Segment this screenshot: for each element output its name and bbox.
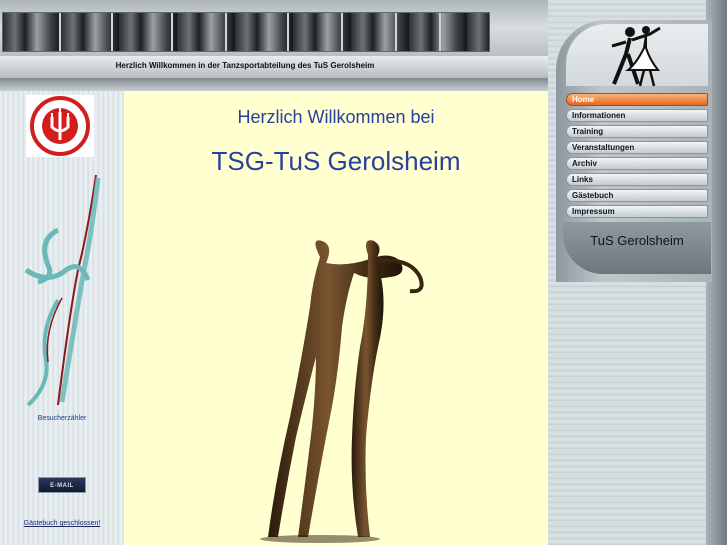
- nav-item-archiv[interactable]: Archiv: [566, 157, 708, 170]
- photo-divider: [111, 13, 113, 51]
- dancing-couple-sculpture: [260, 240, 424, 543]
- divider-bar: [0, 78, 560, 91]
- email-button[interactable]: E-MAIL: [38, 477, 86, 493]
- dancing-couple-icon: [611, 26, 661, 87]
- guestbook-closed-link[interactable]: Gästebuch geschlossen!: [0, 520, 124, 527]
- welcome-heading: Herzlich Willkommen bei: [237, 107, 435, 127]
- photo-divider: [225, 13, 227, 51]
- dancer-figure-icon: [24, 174, 101, 407]
- nav-item-informationen[interactable]: Informationen: [566, 109, 708, 122]
- nav-item-veranstaltungen[interactable]: Veranstaltungen: [566, 141, 708, 154]
- photo-divider: [341, 13, 343, 51]
- nav-footer: [563, 222, 711, 274]
- photo-divider: [59, 13, 61, 51]
- header-banner: [0, 0, 555, 56]
- club-crest-icon: [26, 95, 94, 157]
- site-tagline: Herzlich Willkommen in der Tanzsportabte…: [115, 61, 375, 70]
- nav-item-home[interactable]: Home: [566, 93, 708, 106]
- photo-strip: [2, 12, 490, 52]
- title-bar: Herzlich Willkommen in der Tanzsportabte…: [0, 56, 556, 79]
- page: Herzlich Willkommen in der Tanzsportabte…: [0, 0, 727, 545]
- photo-divider: [395, 13, 397, 51]
- main-content: Herzlich Willkommen bei TSG-TuS Gerolshe…: [124, 91, 548, 545]
- photo-divider: [171, 13, 173, 51]
- photo-divider: [287, 13, 289, 51]
- visitor-counter-label: Besucherzähler: [37, 415, 87, 422]
- nav-item-impressum[interactable]: Impressum: [566, 205, 708, 218]
- nav-item-training[interactable]: Training: [566, 125, 708, 138]
- club-name-heading: TSG-TuS Gerolsheim: [211, 146, 461, 176]
- nav-item-links[interactable]: Links: [566, 173, 708, 186]
- nav-item-gaestebuch[interactable]: Gästebuch: [566, 189, 708, 202]
- photo-divider: [439, 13, 441, 51]
- nav-footer-title: TuS Gerolsheim: [590, 233, 684, 248]
